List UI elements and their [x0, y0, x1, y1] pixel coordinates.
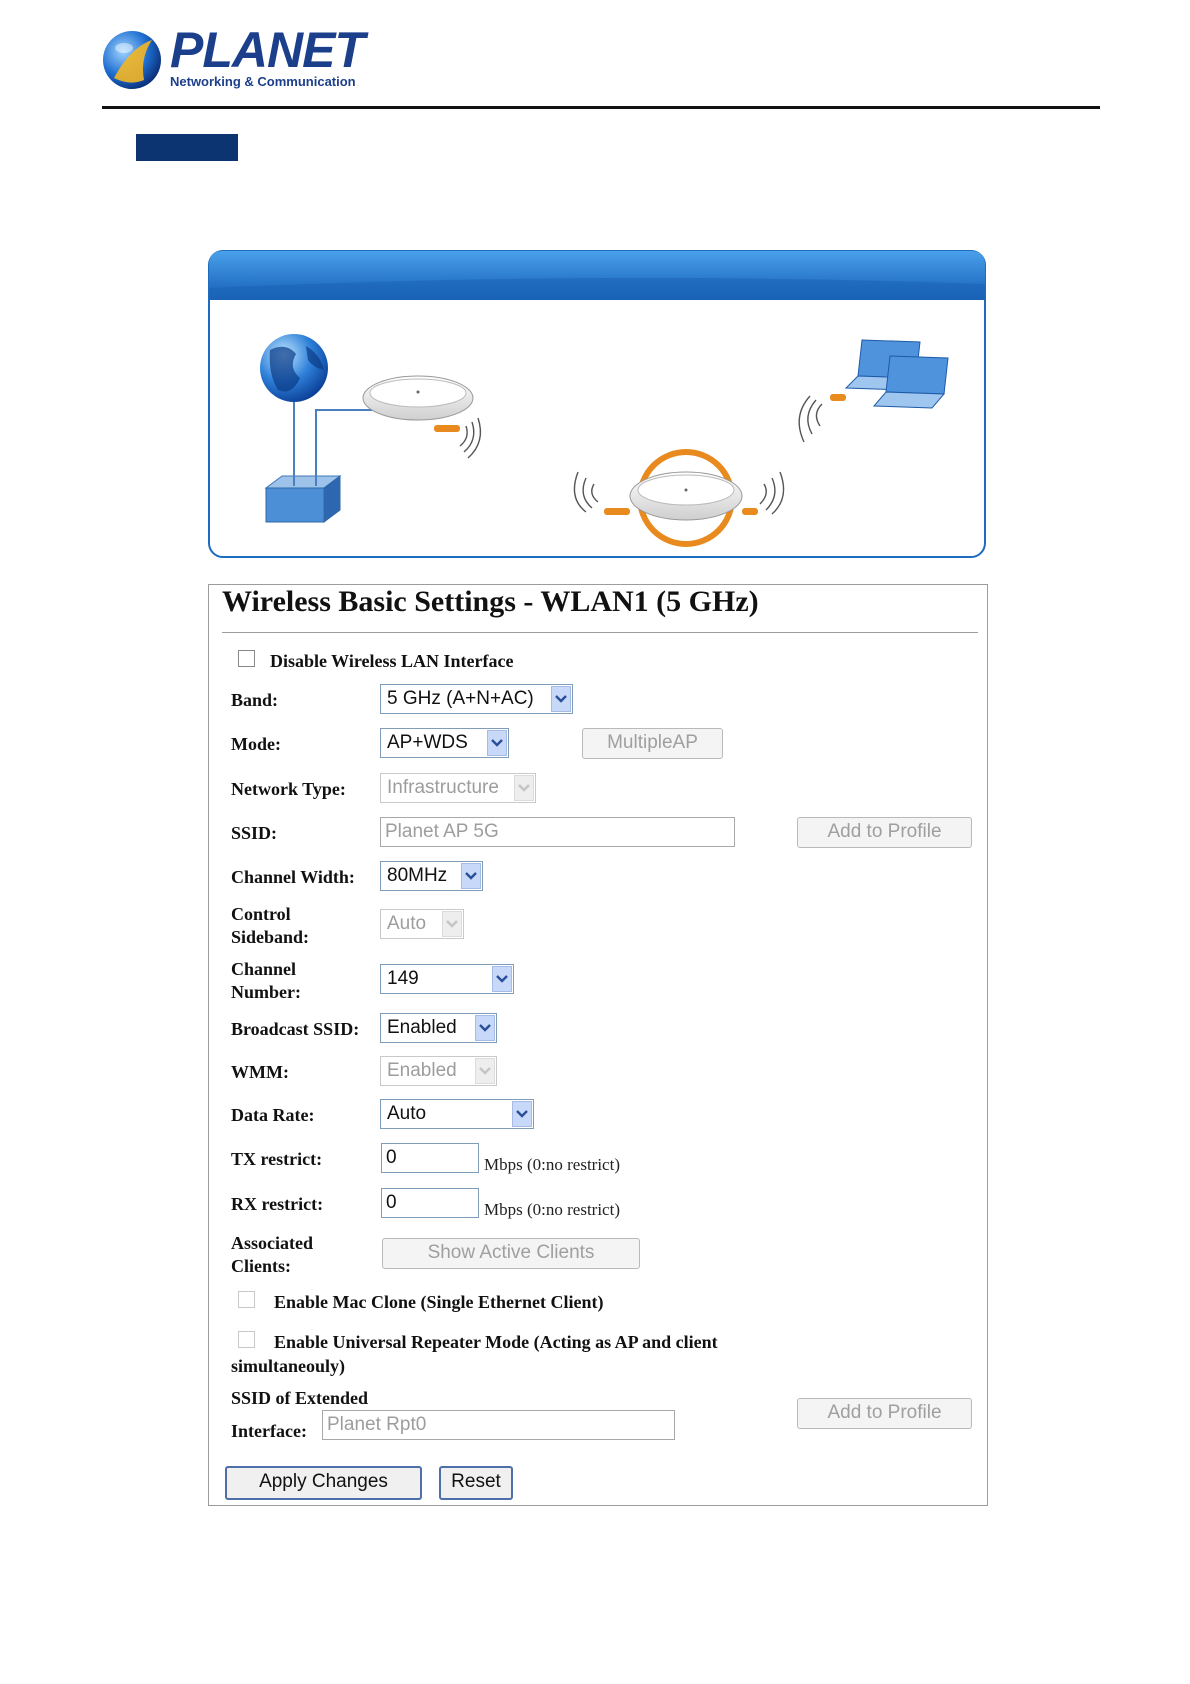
rx-restrict-unit: Mbps (0:no restrict): [484, 1200, 620, 1219]
wmm-label: WMM:: [231, 1062, 289, 1082]
ssid-label: SSID:: [231, 823, 278, 843]
network-topology-diagram: [208, 250, 986, 558]
brand-tagline: Networking & Communication: [170, 74, 356, 89]
mode-select[interactable]: AP+WDS: [380, 728, 509, 758]
wmm-value: Enabled: [387, 1060, 457, 1081]
page-title: Wireless Basic Settings - WLAN1 (5 GHz): [222, 585, 759, 618]
band-select[interactable]: 5 GHz (A+N+AC): [380, 684, 573, 714]
chevron-down-icon[interactable]: [551, 686, 571, 712]
universal-repeater-checkbox[interactable]: [238, 1331, 255, 1348]
header-divider: [102, 106, 1100, 109]
chevron-down-icon[interactable]: [487, 730, 507, 756]
chevron-down-icon[interactable]: [514, 775, 534, 801]
reset-button[interactable]: Reset: [439, 1466, 513, 1500]
chevron-down-icon[interactable]: [442, 911, 462, 937]
tx-restrict-label: TX restrict:: [231, 1149, 323, 1169]
mac-clone-checkbox[interactable]: [238, 1291, 255, 1308]
channel-width-value: 80MHz: [387, 865, 448, 886]
add-to-profile-button[interactable]: Add to Profile: [797, 817, 972, 848]
mode-label: Mode:: [231, 734, 281, 754]
ssid-extended-label-line2: Interface:: [231, 1421, 307, 1441]
broadcast-ssid-value: Enabled: [387, 1017, 457, 1038]
mac-clone-label: Enable Mac Clone (Single Ethernet Client…: [274, 1292, 604, 1312]
band-value: 5 GHz (A+N+AC): [387, 688, 534, 709]
channel-number-select[interactable]: 149: [380, 964, 514, 994]
chevron-down-icon[interactable]: [475, 1058, 495, 1084]
access-point-icon: [362, 375, 474, 421]
data-rate-value: Auto: [387, 1103, 427, 1124]
data-rate-select[interactable]: Auto: [380, 1099, 534, 1129]
channel-width-label: Channel Width:: [231, 867, 355, 887]
add-to-profile-extended-button[interactable]: Add to Profile: [797, 1398, 972, 1429]
channel-number-label-line1: Channel: [231, 959, 297, 979]
disable-wlan-checkbox[interactable]: [238, 650, 255, 667]
channel-number-label-line2: Number:: [231, 982, 301, 1002]
universal-repeater-label-line2: simultaneouly): [231, 1356, 346, 1376]
apply-changes-button[interactable]: Apply Changes: [225, 1466, 422, 1500]
network-type-value: Infrastructure: [387, 777, 499, 798]
channel-number-value: 149: [387, 968, 419, 989]
tx-restrict-input[interactable]: 0: [381, 1143, 479, 1173]
ssid-input[interactable]: Planet AP 5G: [380, 817, 735, 847]
data-rate-label: Data Rate:: [231, 1105, 315, 1125]
band-label: Band:: [231, 690, 279, 710]
planet-logo-globe-icon: [103, 31, 161, 89]
broadcast-ssid-label: Broadcast SSID:: [231, 1019, 360, 1039]
network-type-label: Network Type:: [231, 779, 346, 799]
network-type-select[interactable]: Infrastructure: [380, 773, 536, 803]
section-marker-bar: [136, 134, 238, 161]
universal-repeater-label-line1: Enable Universal Repeater Mode (Acting a…: [274, 1332, 718, 1352]
chevron-down-icon[interactable]: [492, 966, 512, 992]
multiple-ap-button[interactable]: MultipleAP: [582, 728, 723, 759]
mode-value: AP+WDS: [387, 732, 468, 753]
control-sideband-label-line1: Control: [231, 904, 291, 924]
chevron-down-icon[interactable]: [512, 1101, 532, 1127]
internet-globe-icon: [260, 334, 328, 402]
wmm-select[interactable]: Enabled: [380, 1056, 497, 1086]
ssid-extended-label-line1: SSID of Extended: [231, 1388, 369, 1408]
disable-wlan-label: Disable Wireless LAN Interface: [270, 651, 514, 671]
associated-clients-label-line2: Clients:: [231, 1256, 291, 1276]
broadcast-ssid-select[interactable]: Enabled: [380, 1013, 497, 1043]
chevron-down-icon[interactable]: [461, 863, 481, 889]
ssid-extended-input[interactable]: Planet Rpt0: [322, 1410, 675, 1440]
network-switch-icon: [264, 475, 342, 523]
control-sideband-label-line2: Sideband:: [231, 927, 310, 947]
tx-restrict-unit: Mbps (0:no restrict): [484, 1155, 620, 1174]
title-divider: [222, 632, 978, 633]
rx-restrict-label: RX restrict:: [231, 1194, 324, 1214]
brand-name: PLANET: [170, 22, 365, 78]
associated-clients-label-line1: Associated: [231, 1233, 313, 1253]
rx-restrict-input[interactable]: 0: [381, 1188, 479, 1218]
control-sideband-value: Auto: [387, 913, 427, 934]
show-active-clients-button[interactable]: Show Active Clients: [382, 1238, 640, 1269]
control-sideband-select[interactable]: Auto: [380, 909, 464, 939]
chevron-down-icon[interactable]: [475, 1015, 495, 1041]
channel-width-select[interactable]: 80MHz: [380, 861, 483, 891]
